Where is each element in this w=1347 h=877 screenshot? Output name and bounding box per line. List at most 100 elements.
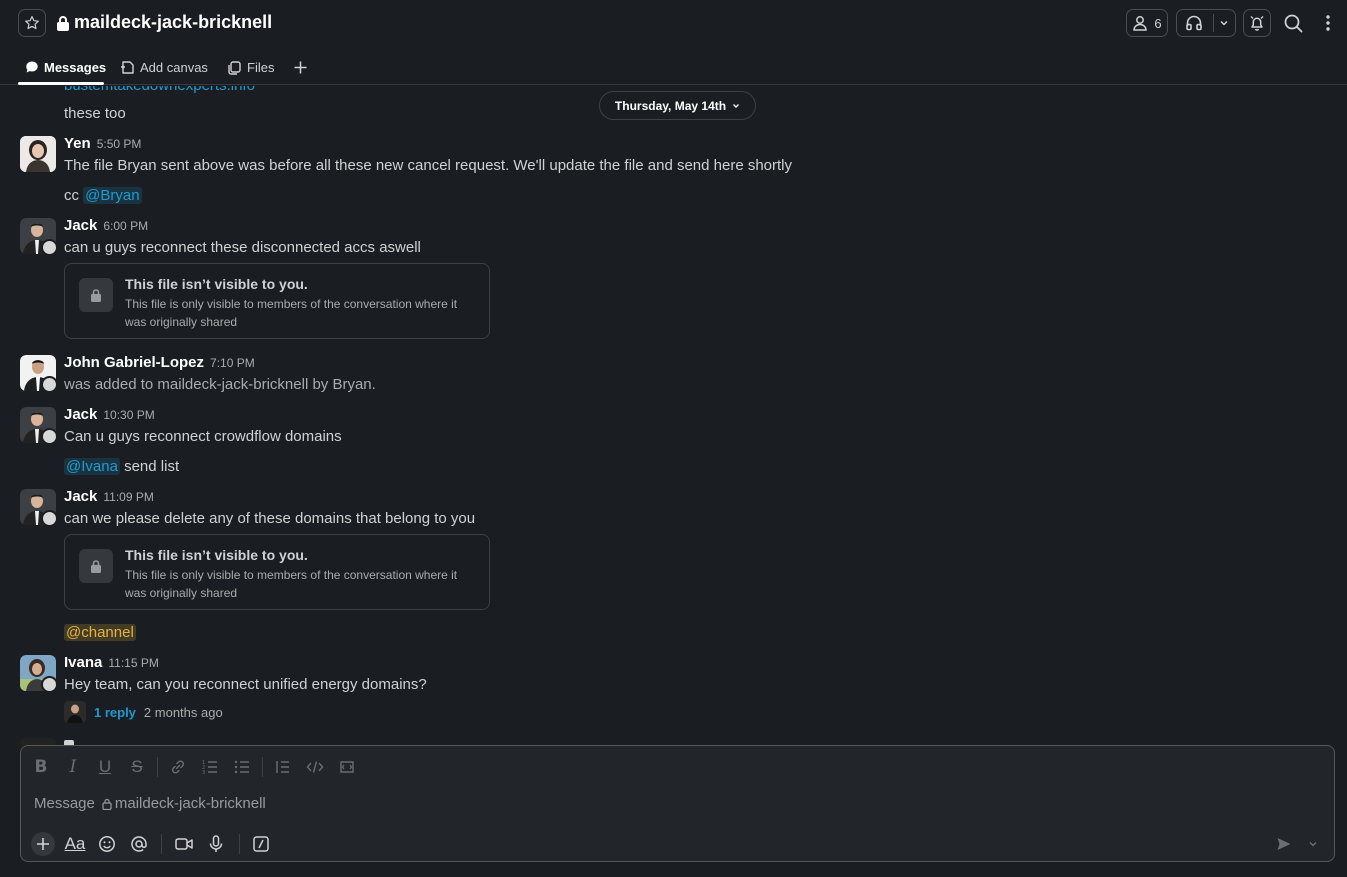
author-name[interactable]: Yen xyxy=(64,135,91,152)
status-badge xyxy=(41,376,58,393)
divider xyxy=(157,757,158,777)
author-name[interactable]: Jack xyxy=(64,217,97,234)
bulleted-list-icon[interactable] xyxy=(231,756,253,778)
link-icon[interactable] xyxy=(167,756,189,778)
message-author[interactable]: John Gabriel-Lopez 7:10 PM xyxy=(64,354,255,371)
tab-label: Files xyxy=(247,59,275,75)
author-name[interactable]: Jack xyxy=(64,488,97,505)
code-block-icon[interactable] xyxy=(336,756,358,778)
reply-time: 2 months ago xyxy=(143,704,223,720)
hidden-file-card[interactable]: This file isn’t visible to you. This fil… xyxy=(64,263,490,339)
date-divider[interactable]: Thursday, May 14th xyxy=(599,91,756,120)
channel-title[interactable]: maildeck-jack-bricknell xyxy=(56,12,272,33)
video-icon[interactable] xyxy=(172,832,196,856)
user-mention[interactable]: @Ivana xyxy=(64,458,120,475)
tab-add-canvas[interactable]: Add canvas xyxy=(120,50,208,84)
tab-files[interactable]: Files xyxy=(227,50,274,84)
placeholder-channel: maildeck-jack-bricknell xyxy=(114,795,266,812)
bold-icon[interactable]: B xyxy=(30,756,52,778)
chevron-down-icon[interactable] xyxy=(1303,832,1323,856)
chevron-down-icon[interactable] xyxy=(1219,18,1229,28)
tab-messages[interactable]: Messages xyxy=(25,50,106,84)
message-text: @channel xyxy=(64,624,136,641)
message-author[interactable]: Jack 10:30 PM xyxy=(64,406,155,423)
placeholder-prefix: Message xyxy=(34,795,95,812)
message-author[interactable]: Ivana 11:15 PM xyxy=(64,654,159,671)
message-timestamp[interactable]: 5:50 PM xyxy=(97,137,142,151)
status-badge xyxy=(41,676,58,693)
blockquote-icon[interactable] xyxy=(272,756,294,778)
author-name[interactable]: Jack xyxy=(64,406,97,423)
lock-icon xyxy=(79,278,113,312)
plus-icon xyxy=(293,60,308,75)
headphones-icon xyxy=(1185,14,1203,32)
member-count: 6 xyxy=(1154,15,1162,31)
avatar[interactable] xyxy=(20,407,58,445)
message-author[interactable]: Jack 6:00 PM xyxy=(64,217,148,234)
attach-plus-button[interactable] xyxy=(31,832,55,856)
formatting-toggle-icon[interactable]: Aa xyxy=(63,832,87,856)
ordered-list-icon[interactable]: 123 xyxy=(199,756,221,778)
avatar[interactable] xyxy=(20,655,58,693)
more-options-button[interactable] xyxy=(1318,9,1338,37)
mention-icon[interactable] xyxy=(127,832,151,856)
channel-header: maildeck-jack-bricknell 6 xyxy=(0,0,1347,46)
members-button[interactable]: 6 xyxy=(1126,9,1168,37)
thread-replies[interactable]: 1 reply 2 months ago xyxy=(64,701,223,723)
more-vertical-icon xyxy=(1326,15,1330,31)
message-timestamp[interactable]: 10:30 PM xyxy=(103,408,154,422)
channel-mention[interactable]: @channel xyxy=(64,624,136,641)
divider xyxy=(1213,14,1214,32)
message-timestamp[interactable]: 7:10 PM xyxy=(210,356,255,370)
star-icon[interactable] xyxy=(18,9,46,37)
hidden-file-card[interactable]: This file isn’t visible to you. This fil… xyxy=(64,534,490,610)
chevron-down-icon xyxy=(732,102,740,110)
avatar[interactable] xyxy=(20,136,56,172)
message-author[interactable]: Yen 5:50 PM xyxy=(64,135,141,152)
search-button[interactable] xyxy=(1280,9,1306,37)
file-card-description: This file is only visible to members of … xyxy=(125,297,458,329)
send-icon[interactable] xyxy=(1272,832,1296,856)
avatar[interactable] xyxy=(20,218,58,256)
status-badge xyxy=(41,428,58,445)
user-mention[interactable]: @Bryan xyxy=(83,187,142,204)
link-text[interactable]: bustemtakedownexperts.info xyxy=(64,86,255,94)
author-name[interactable]: John Gabriel-Lopez xyxy=(64,354,204,371)
microphone-icon[interactable] xyxy=(204,832,228,856)
files-icon xyxy=(227,60,242,75)
avatar[interactable] xyxy=(20,489,58,527)
emoji-icon[interactable] xyxy=(95,832,119,856)
message-timestamp[interactable]: 11:15 PM xyxy=(108,656,158,670)
reply-count-link[interactable]: 1 reply xyxy=(94,705,136,720)
notifications-button[interactable] xyxy=(1243,9,1271,37)
message-timestamp[interactable]: 11:09 PM xyxy=(103,490,153,504)
person-icon xyxy=(1132,15,1148,31)
message-text: cc @Bryan xyxy=(64,187,142,204)
italic-icon[interactable]: I xyxy=(62,756,84,778)
code-icon[interactable] xyxy=(304,756,326,778)
divider xyxy=(161,834,162,854)
message-timestamp[interactable]: 6:00 PM xyxy=(103,219,148,233)
message-composer[interactable]: B I U S 123 Message maildeck-jack-brickn… xyxy=(20,745,1335,862)
shortcut-slash-icon[interactable] xyxy=(249,832,273,856)
message-author[interactable]: Jack 11:09 PM xyxy=(64,488,154,505)
message-text: these too xyxy=(64,105,126,122)
canvas-icon xyxy=(120,60,135,75)
lock-icon xyxy=(56,15,70,31)
add-tab-button[interactable] xyxy=(293,50,308,84)
status-badge xyxy=(41,510,58,527)
message-list[interactable]: bustemtakedownexperts.info these too Thu… xyxy=(0,86,1347,746)
date-label: Thursday, May 14th xyxy=(614,98,727,113)
huddle-button[interactable] xyxy=(1176,9,1236,37)
author-name[interactable]: Ivana xyxy=(64,654,102,671)
underline-icon[interactable]: U xyxy=(94,756,116,778)
message-text: @Ivana send list xyxy=(64,458,179,475)
bell-icon xyxy=(1249,15,1265,31)
status-badge xyxy=(41,239,58,256)
file-card-title: This file isn’t visible to you. xyxy=(125,547,308,563)
strikethrough-icon[interactable]: S xyxy=(126,756,148,778)
avatar[interactable] xyxy=(20,355,58,393)
cc-text: cc xyxy=(64,187,79,204)
message-input[interactable]: Message maildeck-jack-bricknell xyxy=(34,795,266,812)
message-text: Can u guys reconnect crowdflow domains xyxy=(64,428,342,445)
